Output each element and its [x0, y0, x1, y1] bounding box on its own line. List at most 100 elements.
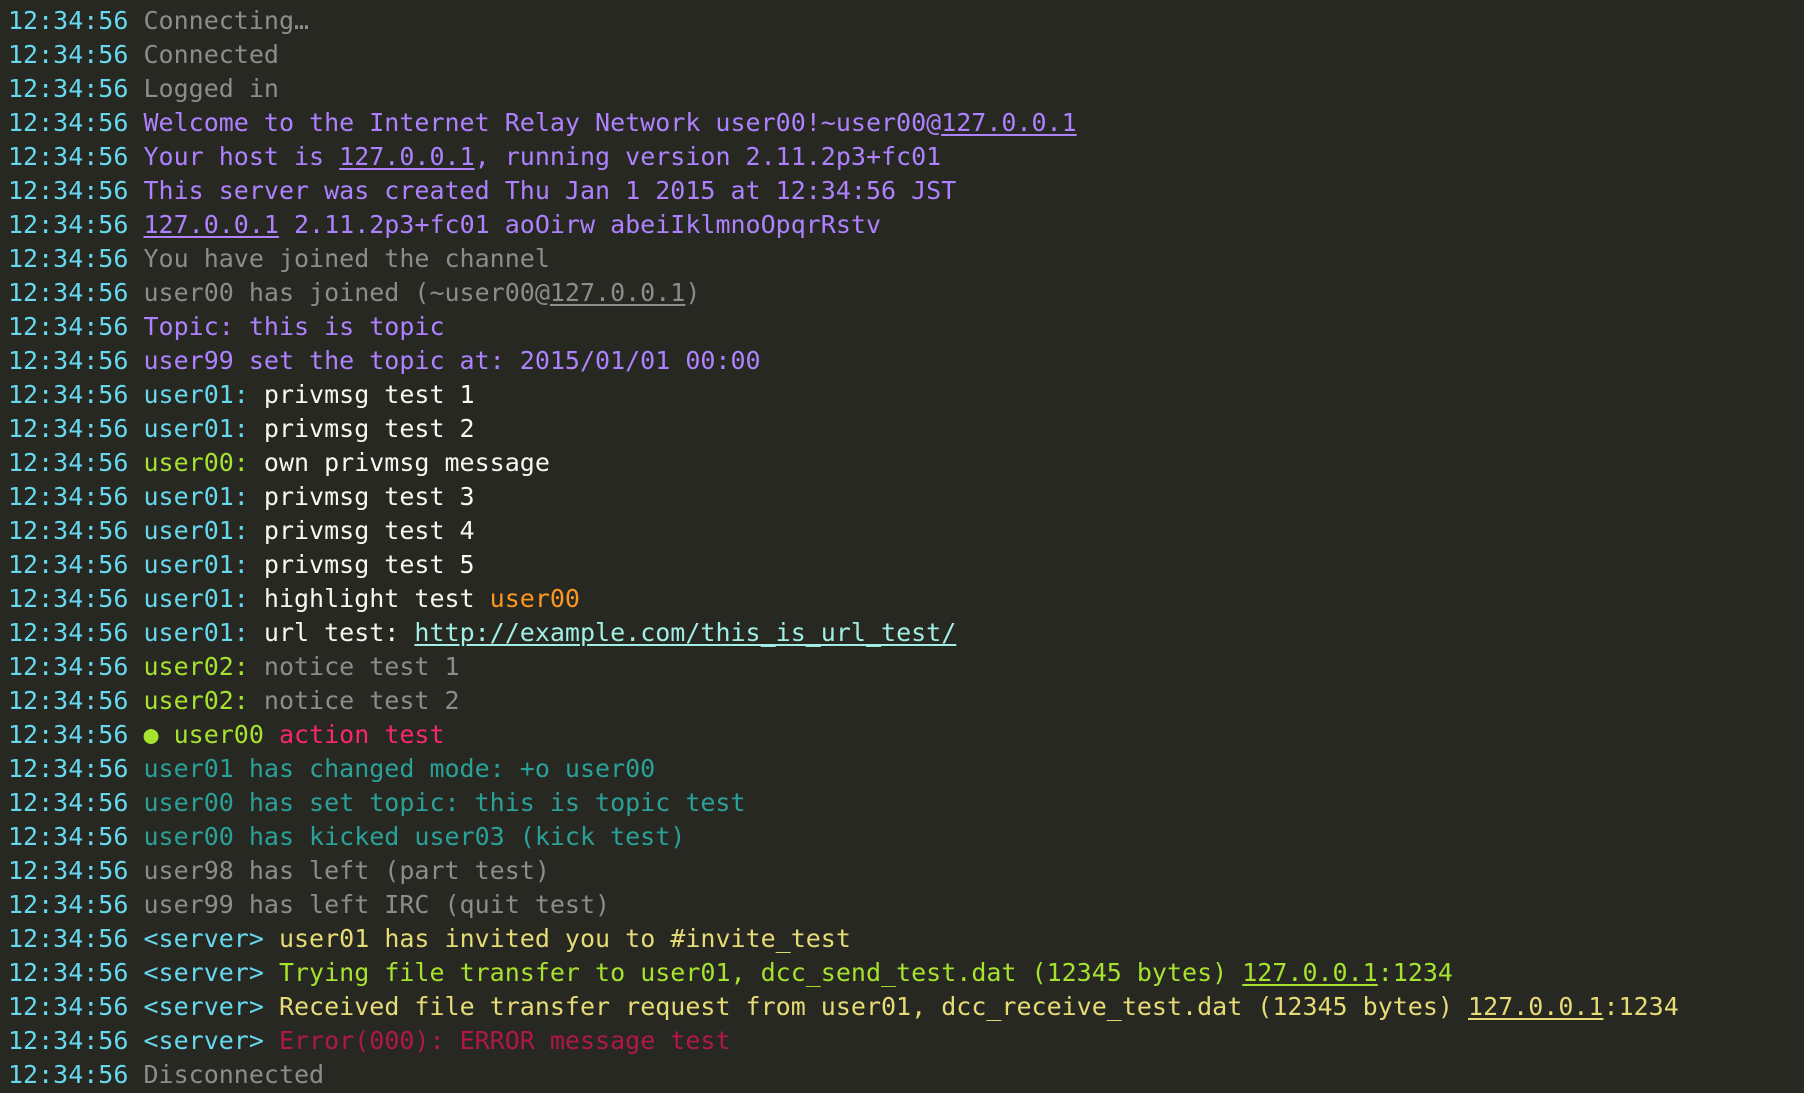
log-line: 12:34:56 Your host is 127.0.0.1, running… — [8, 140, 1804, 174]
timestamp: 12:34:56 — [8, 176, 129, 205]
timestamp-separator — [128, 6, 143, 35]
message-text: user00: — [143, 448, 249, 477]
link-text[interactable]: 127.0.0.1 — [339, 142, 474, 171]
timestamp-separator — [128, 176, 143, 205]
timestamp-separator — [128, 210, 143, 239]
link-text[interactable]: 127.0.0.1 — [1242, 958, 1377, 987]
log-line: 12:34:56 Welcome to the Internet Relay N… — [8, 106, 1804, 140]
timestamp-separator — [128, 992, 143, 1021]
log-line: 12:34:56 user01: privmsg test 4 — [8, 514, 1804, 548]
message-text: <server> — [143, 924, 264, 953]
message-text: user02: — [143, 686, 249, 715]
message-text: notice test 2 — [248, 686, 460, 715]
link-text[interactable]: 127.0.0.1 — [1468, 992, 1603, 1021]
timestamp-separator — [128, 1026, 143, 1055]
timestamp: 12:34:56 — [8, 312, 129, 341]
message-text: user01 has changed mode: +o user00 — [143, 754, 656, 783]
message-text: user01: — [143, 414, 249, 443]
link-text[interactable]: http://example.com/this_is_url_test/ — [414, 618, 956, 647]
timestamp-separator — [128, 890, 143, 919]
message-text: user00 — [489, 584, 580, 613]
message-text: <server> — [143, 992, 264, 1021]
message-text: ) — [685, 278, 701, 307]
timestamp-separator — [128, 414, 143, 443]
timestamp-separator — [128, 448, 143, 477]
message-text: user01: — [143, 584, 249, 613]
log-line: 12:34:56 Topic: this is topic — [8, 310, 1804, 344]
log-line: 12:34:56 <server> Trying file transfer t… — [8, 956, 1804, 990]
timestamp: 12:34:56 — [8, 142, 129, 171]
timestamp-separator — [128, 244, 143, 273]
message-text: Connecting… — [143, 6, 310, 35]
message-text: user01: — [143, 380, 249, 409]
timestamp: 12:34:56 — [8, 482, 129, 511]
log-line: 12:34:56 user00: own privmsg message — [8, 446, 1804, 480]
irc-message-log: 12:34:56 Connecting… 12:34:56 Connected 12… — [0, 0, 1804, 1092]
link-text[interactable]: 127.0.0.1 — [941, 108, 1076, 137]
message-text: user01: — [143, 550, 249, 579]
log-line: 12:34:56 Connecting… — [8, 4, 1804, 38]
timestamp-separator — [128, 584, 143, 613]
timestamp-separator — [128, 550, 143, 579]
log-line: 12:34:56 user01: highlight test user00 — [8, 582, 1804, 616]
message-text: 2.11.2p3+fc01 aoOirw abeiIklmnoOpqrRstv — [278, 210, 882, 239]
message-text: Topic: this is topic — [143, 312, 445, 341]
message-text: user99 has left IRC (quit test) — [143, 890, 611, 919]
timestamp-separator — [128, 108, 143, 137]
timestamp: 12:34:56 — [8, 856, 129, 885]
log-line: 12:34:56 <server> user01 has invited you… — [8, 922, 1804, 956]
timestamp-separator — [128, 924, 143, 953]
message-text: Connected — [143, 40, 279, 69]
timestamp: 12:34:56 — [8, 1026, 129, 1055]
timestamp-separator — [128, 822, 143, 851]
message-text: privmsg test 2 — [248, 414, 475, 443]
log-line: 12:34:56 user02: notice test 2 — [8, 684, 1804, 718]
timestamp: 12:34:56 — [8, 754, 129, 783]
message-text: Logged in — [143, 74, 279, 103]
log-line: 12:34:56 Logged in — [8, 72, 1804, 106]
link-text[interactable]: 127.0.0.1 — [143, 210, 278, 239]
timestamp: 12:34:56 — [8, 788, 129, 817]
message-text: privmsg test 4 — [248, 516, 475, 545]
timestamp-separator — [128, 856, 143, 885]
log-line: 12:34:56 user00 has set topic: this is t… — [8, 786, 1804, 820]
message-text: <server> — [143, 958, 264, 987]
message-text: :1234 — [1603, 992, 1679, 1021]
message-text: user01 has invited you to #invite_test — [263, 924, 851, 953]
timestamp: 12:34:56 — [8, 924, 129, 953]
timestamp: 12:34:56 — [8, 720, 129, 749]
timestamp-separator — [128, 40, 143, 69]
message-text: <server> — [143, 1026, 264, 1055]
timestamp: 12:34:56 — [8, 6, 129, 35]
log-line: 12:34:56 user01: privmsg test 2 — [8, 412, 1804, 446]
log-line: 12:34:56 You have joined the channel — [8, 242, 1804, 276]
timestamp-separator — [128, 278, 143, 307]
link-text[interactable]: 127.0.0.1 — [550, 278, 685, 307]
message-text: user00 has set topic: this is topic test — [143, 788, 746, 817]
message-text: privmsg test 1 — [248, 380, 475, 409]
message-text: user00 has joined (~user00@ — [143, 278, 550, 307]
timestamp: 12:34:56 — [8, 618, 129, 647]
message-text: own privmsg message — [248, 448, 550, 477]
log-line: 12:34:56 user98 has left (part test) — [8, 854, 1804, 888]
log-line: 12:34:56 <server> Error(000): ERROR mess… — [8, 1024, 1804, 1058]
message-text: action test — [263, 720, 445, 749]
log-line: 12:34:56 user01 has changed mode: +o use… — [8, 752, 1804, 786]
message-text: privmsg test 5 — [248, 550, 475, 579]
timestamp: 12:34:56 — [8, 822, 129, 851]
timestamp: 12:34:56 — [8, 652, 129, 681]
timestamp-separator — [128, 720, 143, 749]
timestamp: 12:34:56 — [8, 686, 129, 715]
message-text: :1234 — [1377, 958, 1453, 987]
log-line: 12:34:56 user00 has kicked user03 (kick … — [8, 820, 1804, 854]
log-line: 12:34:56 This server was created Thu Jan… — [8, 174, 1804, 208]
timestamp: 12:34:56 — [8, 346, 129, 375]
timestamp-separator — [128, 74, 143, 103]
timestamp: 12:34:56 — [8, 584, 129, 613]
timestamp-separator — [128, 652, 143, 681]
timestamp: 12:34:56 — [8, 890, 129, 919]
log-line: 12:34:56 user01: url test: http://exampl… — [8, 616, 1804, 650]
timestamp: 12:34:56 — [8, 448, 129, 477]
message-text: Received file transfer request from user… — [263, 992, 1469, 1021]
log-line: 12:34:56 user01: privmsg test 3 — [8, 480, 1804, 514]
